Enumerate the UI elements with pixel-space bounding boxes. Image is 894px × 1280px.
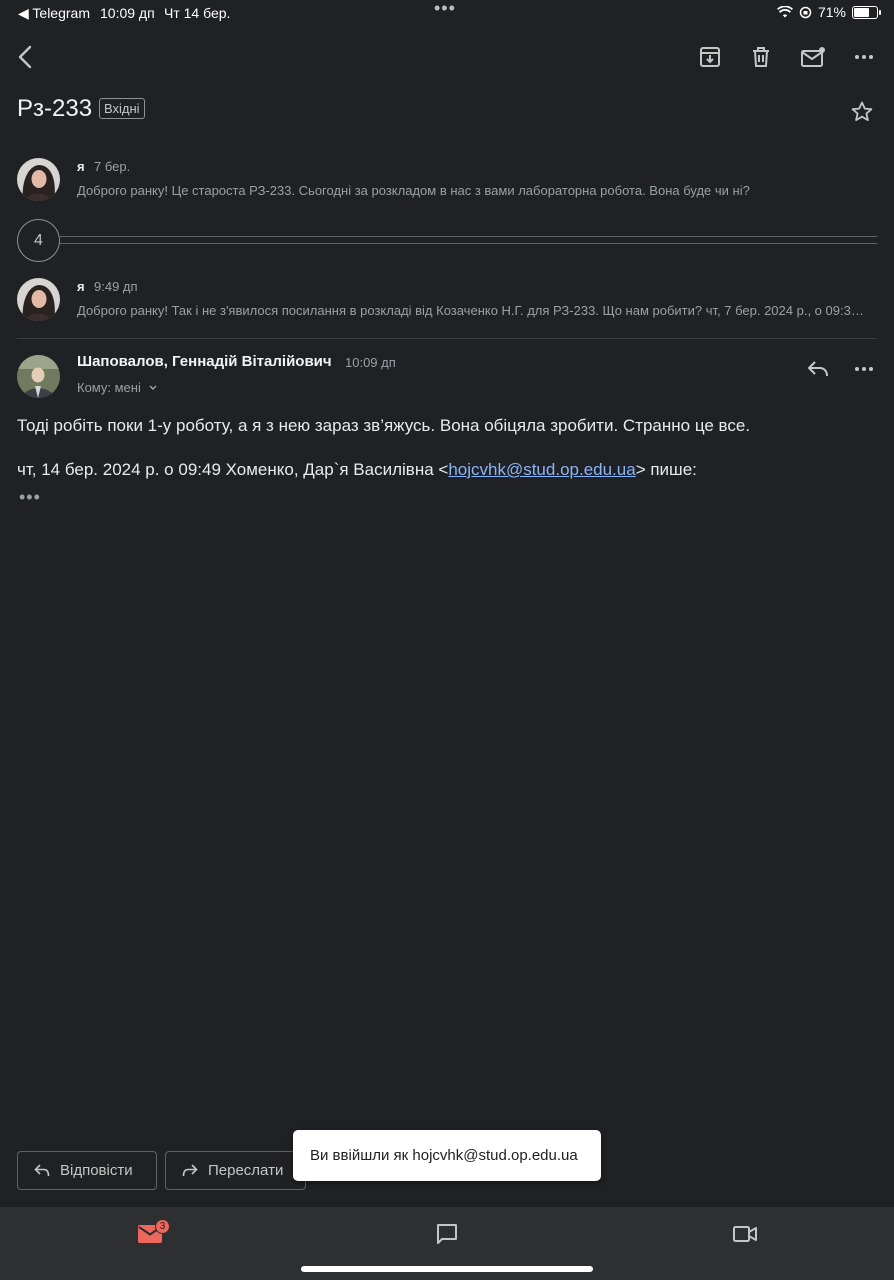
nav-mail[interactable]: 3	[134, 1219, 170, 1248]
mail-badge: 3	[155, 1219, 170, 1234]
nav-chat[interactable]	[431, 1220, 463, 1248]
recipients-toggle[interactable]: Кому: мені	[77, 380, 158, 395]
forward-button[interactable]: Переслати	[165, 1151, 306, 1190]
avatar	[17, 278, 60, 321]
message-row-2[interactable]: я 9:49 дп Доброго ранку! Так і не з'явил…	[0, 270, 894, 330]
more-options-button[interactable]	[849, 42, 879, 72]
status-right-group: 71%	[776, 4, 881, 20]
quote-prefix: чт, 14 бер. 2024 р. о 09:49 Хоменко, Дар…	[17, 460, 449, 479]
status-time: 10:09 дп	[100, 5, 155, 21]
collapsed-line	[60, 236, 877, 237]
reply-icon-button[interactable]	[803, 355, 833, 383]
thread-subject: Рз-233	[17, 95, 93, 122]
delete-button[interactable]	[746, 42, 776, 72]
avatar	[17, 158, 60, 201]
archive-icon	[700, 47, 720, 67]
reply-button-label: Відповісти	[60, 1162, 133, 1179]
message-time: 7 бер.	[94, 159, 131, 174]
signed-in-toast: Ви ввійшли як hojcvhk@stud.op.edu.ua	[293, 1130, 601, 1181]
reply-button[interactable]: Відповісти	[17, 1151, 157, 1190]
mark-unread-button[interactable]	[798, 42, 828, 72]
battery-icon	[852, 5, 881, 19]
open-message-time: 10:09 дп	[345, 355, 396, 370]
status-back-app[interactable]: ◀ Telegram	[18, 5, 90, 22]
home-indicator[interactable]	[301, 1266, 593, 1272]
wifi-icon	[776, 6, 793, 18]
forward-icon	[182, 1163, 198, 1176]
archive-button[interactable]	[695, 42, 725, 72]
orientation-lock-icon	[799, 6, 812, 18]
nav-meet[interactable]	[729, 1220, 761, 1248]
reply-icon	[34, 1163, 50, 1176]
forward-button-label: Переслати	[208, 1162, 284, 1179]
star-icon	[851, 101, 873, 121]
star-button[interactable]	[850, 100, 874, 129]
recipients-label: Кому: мені	[77, 380, 141, 395]
message-row-1[interactable]: я 7 бер. Доброго ранку! Це староста РЗ-2…	[0, 150, 894, 210]
trash-icon	[753, 47, 769, 67]
battery-percent: 71%	[817, 4, 846, 20]
sender-avatar[interactable]	[17, 355, 60, 398]
quote-header: чт, 14 бер. 2024 р. о 09:49 Хоменко, Дар…	[17, 460, 697, 480]
status-date: Чт 14 бер.	[164, 5, 231, 21]
reply-icon	[808, 361, 828, 377]
quote-email-link[interactable]: hojcvhk@stud.op.edu.ua	[448, 460, 635, 479]
message-sender: я	[77, 279, 85, 294]
message-more-button[interactable]	[849, 355, 879, 383]
chat-icon	[437, 1224, 457, 1244]
video-icon	[733, 1226, 757, 1242]
message-time: 9:49 дп	[94, 279, 138, 294]
message-body: Тоді робіть поки 1-у роботу, а я з нею з…	[17, 416, 751, 435]
divider	[17, 338, 877, 339]
back-arrow-icon	[18, 45, 32, 69]
message-snippet: Доброго ранку! Так і не з'явилося посила…	[77, 303, 867, 318]
toast-text: Ви ввійшли як hojcvhk@stud.op.edu.ua	[310, 1147, 578, 1164]
message-sender: я	[77, 159, 85, 174]
more-icon	[855, 367, 873, 371]
more-icon	[855, 55, 873, 59]
collapsed-messages-count[interactable]: 4	[17, 219, 60, 262]
mail-icon-wrap: 3	[138, 1219, 170, 1243]
inbox-label-chip[interactable]: Вхідні	[99, 98, 145, 119]
back-button[interactable]	[10, 42, 40, 72]
quote-suffix: > пише:	[635, 460, 697, 479]
status-bar: ◀ Telegram 10:09 дп Чт 14 бер. ••• 71%	[0, 0, 894, 26]
chevron-down-icon	[149, 385, 158, 391]
collapsed-line	[60, 243, 877, 244]
message-snippet: Доброго ранку! Це староста РЗ-233. Сього…	[77, 183, 750, 198]
show-quoted-text-button[interactable]: •••	[19, 487, 41, 508]
mark-unread-icon	[801, 47, 825, 67]
battery-fill	[854, 7, 869, 17]
multitask-dots-icon[interactable]: •••	[434, 0, 456, 19]
open-message-sender: Шаповалов, Геннадій Віталійович	[77, 353, 332, 370]
